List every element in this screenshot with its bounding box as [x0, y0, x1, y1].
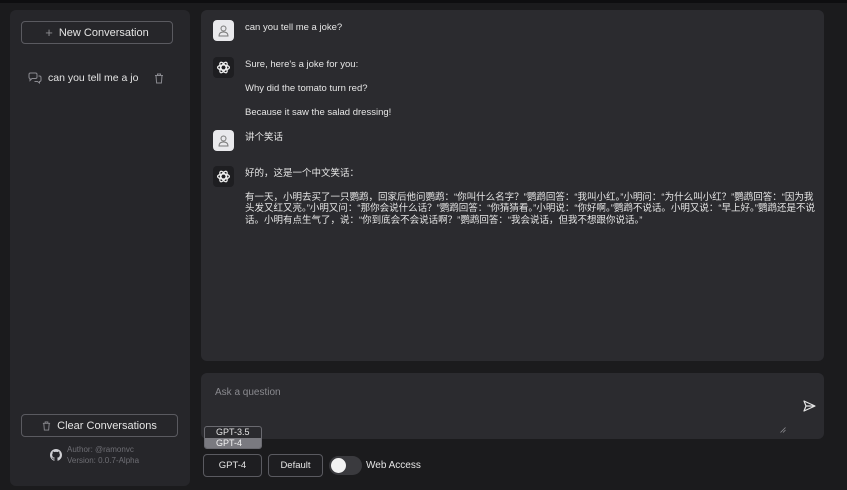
conversation-item[interactable]: can you tell me a jo — [28, 68, 178, 88]
version-text: Version: 0.0.7-Alpha — [67, 456, 140, 465]
message-paragraph: Why did the tomato turn red? — [245, 83, 368, 94]
trash-icon — [43, 421, 51, 430]
user-icon — [218, 25, 229, 36]
author-info: Author: @ramonvc Version: 0.0.7-Alpha — [50, 444, 190, 466]
model-option-gpt-3-5[interactable]: GPT-3.5 — [205, 427, 261, 438]
message-paragraph: Because it saw the salad dressing! — [245, 107, 392, 118]
sidebar: + New Conversation can you tell me a jo … — [10, 10, 190, 486]
openai-logo-icon — [216, 170, 231, 183]
chat-message-user: can you tell me a joke? — [213, 20, 342, 41]
send-icon[interactable] — [803, 400, 816, 412]
web-access-label: Web Access — [366, 460, 421, 471]
question-input[interactable]: Ask a question — [201, 373, 824, 439]
trash-icon[interactable] — [154, 73, 164, 84]
chat-bubbles-icon — [28, 72, 42, 84]
assistant-avatar — [213, 57, 234, 78]
new-conversation-label: New Conversation — [58, 26, 149, 39]
message-paragraph: 好的，这是一个中文笑话： — [245, 168, 360, 179]
message-paragraph: Sure, here's a joke for you: — [245, 59, 359, 70]
model-select-value: GPT-4 — [218, 460, 247, 471]
github-icon[interactable] — [50, 449, 62, 461]
new-conversation-button[interactable]: + New Conversation — [21, 21, 173, 44]
conversation-label: can you tell me a jo — [48, 72, 139, 84]
user-avatar — [213, 130, 234, 151]
message-text: 讲个笑话 — [245, 132, 284, 143]
model-dropdown-list: GPT-3.5 GPT-4 — [204, 426, 262, 449]
chat-message-user: 讲个笑话 — [213, 130, 283, 151]
default-button[interactable]: Default — [268, 454, 323, 477]
chat-message-assistant: Sure, here's a joke for you: Why did the… — [213, 57, 391, 119]
openai-logo-icon — [216, 61, 231, 74]
clear-conversations-label: Clear Conversations — [57, 419, 157, 432]
clear-conversations-button[interactable]: Clear Conversations — [21, 414, 178, 437]
window-top-edge — [0, 0, 847, 3]
toggle-knob — [331, 458, 346, 473]
default-button-label: Default — [280, 460, 311, 471]
resize-handle-icon[interactable] — [780, 427, 786, 433]
message-paragraph: 有一天，小明去买了一只鹦鹉，回家后他问鹦鹉：“你叫什么名字？”鹦鹉回答：“我叫小… — [245, 191, 815, 226]
assistant-avatar — [213, 166, 234, 187]
model-select[interactable]: GPT-4 — [203, 454, 262, 477]
question-placeholder: Ask a question — [215, 387, 281, 398]
user-avatar — [213, 20, 234, 41]
user-icon — [218, 135, 229, 146]
chat-message-assistant: 好的，这是一个中文笑话： 有一天，小明去买了一只鹦鹉，回家后他问鹦鹉：“你叫什么… — [213, 166, 815, 226]
web-access-toggle[interactable] — [329, 456, 362, 475]
model-option-gpt-4[interactable]: GPT-4 — [205, 438, 261, 448]
plus-icon: + — [45, 25, 53, 40]
author-text: Author: @ramonvc — [67, 445, 134, 454]
chat-panel: can you tell me a joke? Sure, here's a j… — [201, 10, 824, 361]
message-text: can you tell me a joke? — [245, 22, 343, 33]
